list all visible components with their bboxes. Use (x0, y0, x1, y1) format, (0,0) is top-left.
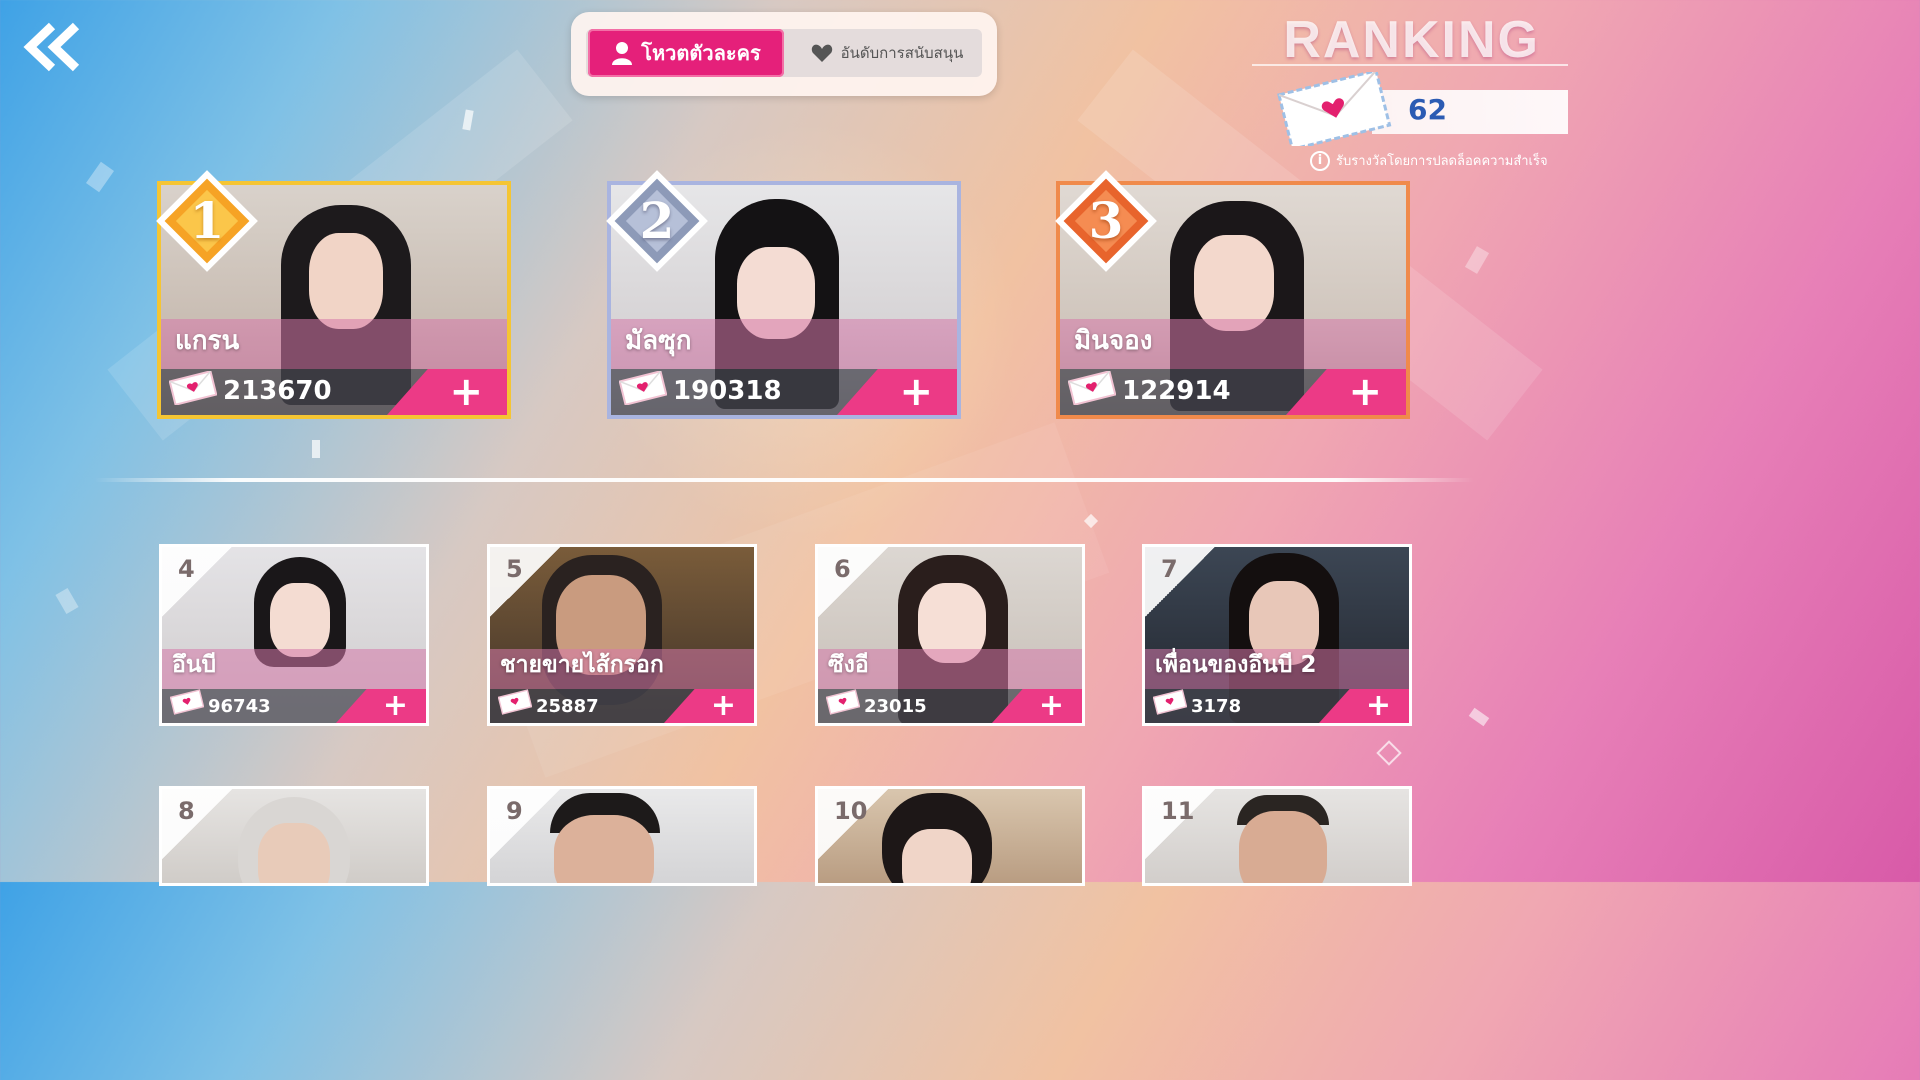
rank-card-3[interactable]: มินจอง 122914 + 3 (1055, 170, 1410, 419)
rank-number: 5 (506, 555, 523, 583)
rank-badge-bronze: 3 (1046, 161, 1166, 281)
tab-support-ranking-label: อันดับการสนับสนุน (840, 44, 964, 62)
double-chevron-left-icon (23, 22, 80, 72)
letter-icon (1152, 689, 1188, 719)
vote-plus-button[interactable]: + (387, 369, 507, 415)
letter-icon (1067, 370, 1117, 409)
rank-corner (818, 547, 888, 617)
vote-count: 3178 (1191, 696, 1242, 717)
rank-number: 1 (189, 191, 225, 250)
rank-card-8[interactable]: 8 (159, 786, 429, 886)
rank-corner (1145, 547, 1215, 617)
character-name: ซึงอี (828, 652, 869, 678)
plus-icon: + (710, 688, 736, 723)
letter-count: 62 (1408, 93, 1447, 126)
rank-corner (162, 789, 232, 859)
achievement-info[interactable]: i รับรางวัลโดยการปลดล็อคความสำเร็จ (1310, 150, 1548, 171)
back-button[interactable] (22, 20, 86, 74)
tab-character-vote[interactable]: โหวตตัวละคร (588, 29, 784, 77)
vote-count: 23015 (864, 696, 927, 717)
rank-card-7[interactable]: 7 เพื่อนของอึนบี 2 3178 + (1142, 544, 1412, 726)
rank-number: 2 (639, 191, 675, 250)
plus-icon: + (1038, 688, 1064, 723)
letter-icon (169, 689, 205, 719)
letter-icon (168, 370, 218, 409)
character-name: มัลซุก (625, 326, 692, 356)
tab-switcher: โหวตตัวละคร อันดับการสนับสนุน (571, 12, 997, 96)
rank-number: 7 (1161, 555, 1178, 583)
vote-plus-button[interactable]: + (992, 689, 1082, 723)
vote-plus-button[interactable]: + (664, 689, 754, 723)
love-letter-icon (1276, 68, 1392, 152)
rank-card-1[interactable]: แกรน 213670 + 1 (156, 170, 511, 419)
letter-icon (825, 689, 861, 719)
rank-card-4[interactable]: 4 อึนบี 96743 + (159, 544, 429, 726)
rank-card-5[interactable]: 5 ชายขายไส้กรอก 25887 + (487, 544, 757, 726)
rank-badge-silver: 2 (597, 161, 717, 281)
rank-number: 9 (506, 797, 523, 825)
rank-number: 3 (1088, 191, 1124, 250)
vote-plus-button[interactable]: + (1319, 689, 1409, 723)
vote-count: 213670 (223, 376, 332, 406)
rank-number: 11 (1161, 797, 1195, 825)
rank-number: 4 (178, 555, 195, 583)
vote-plus-button[interactable]: + (336, 689, 426, 723)
info-icon: i (1310, 150, 1330, 171)
vote-count: 96743 (208, 696, 271, 717)
vote-plus-button[interactable]: + (1286, 369, 1406, 415)
rank-number: 8 (178, 797, 195, 825)
person-icon (612, 42, 633, 65)
page-title: RANKING (1283, 11, 1540, 69)
title-underline (1252, 64, 1568, 66)
tab-support-ranking[interactable]: อันดับการสนับสนุน (792, 29, 982, 77)
plus-icon: + (899, 369, 933, 415)
character-name: มินจอง (1074, 326, 1153, 356)
rank-card-6[interactable]: 6 ซึงอี 23015 + (815, 544, 1085, 726)
letter-count-bar (1372, 90, 1568, 134)
rank-card-11[interactable]: 11 (1142, 786, 1412, 886)
tab-character-vote-label: โหวตตัวละคร (641, 41, 761, 65)
plus-icon: + (449, 369, 483, 415)
character-name: อึนบี (172, 652, 217, 678)
rank-card-9[interactable]: 9 (487, 786, 757, 886)
achievement-info-text: รับรางวัลโดยการปลดล็อคความสำเร็จ (1336, 154, 1548, 169)
letter-icon (497, 689, 533, 719)
vote-count: 25887 (536, 696, 599, 717)
section-divider (94, 478, 1474, 482)
character-name: ชายขายไส้กรอก (500, 652, 664, 678)
plus-icon: + (382, 688, 408, 723)
rank-corner (490, 789, 560, 859)
heart-icon (811, 44, 832, 62)
rank-badge-gold: 1 (147, 161, 267, 281)
rank-card-2[interactable]: มัลซุก 190318 + 2 (606, 170, 961, 419)
plus-icon: + (1365, 688, 1391, 723)
character-name: เพื่อนของอึนบี 2 (1155, 652, 1317, 678)
plus-icon: + (1348, 369, 1382, 415)
vote-count: 122914 (1122, 376, 1231, 406)
vote-plus-button[interactable]: + (837, 369, 957, 415)
rank-number: 6 (834, 555, 851, 583)
rank-card-10[interactable]: 10 (815, 786, 1085, 886)
character-name: แกรน (175, 326, 240, 356)
letter-icon (618, 370, 668, 409)
rank-corner (162, 547, 232, 617)
rank-number: 10 (834, 797, 868, 825)
tab-track: โหวตตัวละคร อันดับการสนับสนุน (586, 29, 982, 77)
vote-count: 190318 (673, 376, 782, 406)
rank-corner (490, 547, 560, 617)
